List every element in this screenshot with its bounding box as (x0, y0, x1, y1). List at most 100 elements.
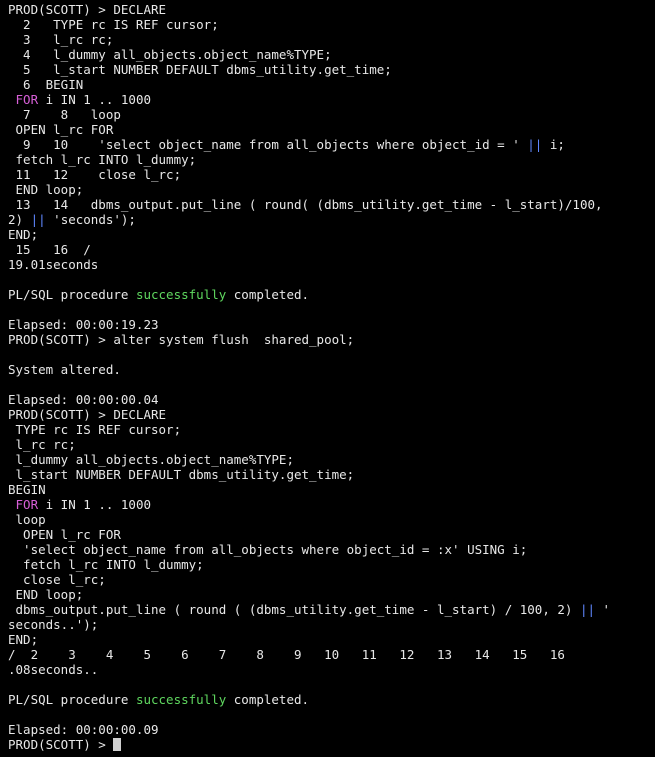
text-token: OPEN l_rc FOR (8, 122, 114, 137)
output-line: PROD(SCOTT) > alter system flush shared_… (8, 332, 655, 347)
output-line: 7 8 loop (8, 107, 655, 122)
output-line: seconds..'); (8, 617, 655, 632)
output-line: FOR i IN 1 .. 1000 (8, 92, 655, 107)
output-line: PROD(SCOTT) > DECLARE (8, 407, 655, 422)
text-token: 5 l_start NUMBER DEFAULT dbms_utility.ge… (8, 62, 392, 77)
text-token: 13 14 dbms_output.put_line ( round( (dbm… (8, 197, 603, 212)
operator-token: || (30, 212, 46, 227)
text-token: 6 BEGIN (8, 77, 84, 92)
text-token: Elapsed: 00:00:00.04 (8, 392, 159, 407)
output-line: l_start NUMBER DEFAULT dbms_utility.get_… (8, 467, 655, 482)
text-token: i IN 1 .. 1000 (38, 92, 151, 107)
text-token: close l_rc; (8, 572, 106, 587)
output-line: BEGIN (8, 482, 655, 497)
keyword-token: FOR (15, 497, 39, 512)
text-token: PL/SQL procedure (8, 692, 136, 707)
text-token: PL/SQL procedure (8, 287, 136, 302)
operator-token: || (527, 137, 543, 152)
output-line: 11 12 close l_rc; (8, 167, 655, 182)
output-line: OPEN l_rc FOR (8, 122, 655, 137)
block-cursor-icon[interactable] (113, 738, 122, 751)
text-token: PROD(SCOTT) > alter system flush shared_… (8, 332, 355, 347)
output-line: fetch l_rc INTO l_dummy; (8, 152, 655, 167)
output-line: PL/SQL procedure successfully completed. (8, 692, 655, 707)
text-token: BEGIN (8, 482, 46, 497)
text-token: Elapsed: 00:00:19.23 (8, 317, 159, 332)
text-token: completed. (226, 692, 310, 707)
text-token: Elapsed: 00:00:00.09 (8, 722, 159, 737)
text-token: fetch l_rc INTO l_dummy; (8, 557, 204, 572)
output-line: END; (8, 227, 655, 242)
text-token: .08seconds.. (8, 662, 99, 677)
keyword-token: FOR (15, 92, 39, 107)
text-token: PROD(SCOTT) > DECLARE (8, 2, 167, 17)
text-token: 7 8 loop (8, 107, 121, 122)
output-line: END loop; (8, 182, 655, 197)
output-line: Elapsed: 00:00:00.09 (8, 722, 655, 737)
text-token: ' (595, 602, 611, 617)
output-line: 2) || 'seconds'); (8, 212, 655, 227)
text-token: 3 l_rc rc; (8, 32, 114, 47)
output-line: 2 TYPE rc IS REF cursor; (8, 17, 655, 32)
text-token: OPEN l_rc FOR (8, 527, 121, 542)
success-token: successfully (135, 692, 227, 707)
text-token: END; (8, 632, 39, 647)
output-line: OPEN l_rc FOR (8, 527, 655, 542)
output-line: FOR i IN 1 .. 1000 (8, 497, 655, 512)
output-line: 6 BEGIN (8, 77, 655, 92)
text-token: i IN 1 .. 1000 (38, 497, 151, 512)
text-token: l_dummy all_objects.object_name%TYPE; (8, 452, 294, 467)
text-token: END loop; (8, 182, 84, 197)
output-line: 9 10 'select object_name from all_object… (8, 137, 655, 152)
output-line: PROD(SCOTT) > DECLARE (8, 2, 655, 17)
text-token: 4 l_dummy all_objects.object_name%TYPE; (8, 47, 332, 62)
text-token: 19.01seconds (8, 257, 99, 272)
text-token: END loop; (8, 587, 84, 602)
text-token: fetch l_rc INTO l_dummy; (8, 152, 197, 167)
operator-token: || (579, 602, 596, 617)
text-token: END; (8, 227, 39, 242)
output-line: END loop; (8, 587, 655, 602)
text-token: 11 12 close l_rc; (8, 167, 182, 182)
output-line: 19.01seconds (8, 257, 655, 272)
output-line: 'select object_name from all_objects whe… (8, 542, 655, 557)
text-token: seconds..'); (8, 617, 99, 632)
output-line: l_dummy all_objects.object_name%TYPE; (8, 452, 655, 467)
text-token: 15 16 / (8, 242, 91, 257)
text-token: PROD(SCOTT) > DECLARE (8, 407, 167, 422)
output-line: 13 14 dbms_output.put_line ( round( (dbm… (8, 197, 655, 212)
output-line: 5 l_start NUMBER DEFAULT dbms_utility.ge… (8, 62, 655, 77)
text-token: 2) (8, 212, 31, 227)
text-token: i; (542, 137, 565, 152)
output-line: fetch l_rc INTO l_dummy; (8, 557, 655, 572)
success-token: successfully (135, 287, 227, 302)
text-token: dbms_output.put_line ( round ( (dbms_uti… (8, 602, 580, 617)
text-token: l_rc rc; (8, 437, 76, 452)
output-line: END; (8, 632, 655, 647)
output-line: .08seconds.. (8, 662, 655, 677)
output-line: 15 16 / (8, 242, 655, 257)
text-token: 2 TYPE rc IS REF cursor; (8, 17, 219, 32)
terminal-output: PROD(SCOTT) > DECLARE 2 TYPE rc IS REF c… (8, 2, 655, 737)
output-line: System altered. (8, 362, 655, 377)
prompt-line[interactable]: PROD(SCOTT) > (8, 737, 655, 752)
output-line: PL/SQL procedure successfully completed. (8, 287, 655, 302)
text-token: / 2 3 4 5 6 7 8 9 10 11 12 13 14 15 16 (8, 647, 565, 662)
prompt-text: PROD(SCOTT) > (8, 737, 114, 752)
output-line: loop (8, 512, 655, 527)
text-token: TYPE rc IS REF cursor; (8, 422, 182, 437)
text-token: l_start NUMBER DEFAULT dbms_utility.get_… (8, 467, 355, 482)
output-line: Elapsed: 00:00:19.23 (8, 317, 655, 332)
terminal-window[interactable]: PROD(SCOTT) > DECLARE 2 TYPE rc IS REF c… (0, 0, 655, 757)
output-line: dbms_output.put_line ( round ( (dbms_uti… (8, 602, 655, 617)
output-line: / 2 3 4 5 6 7 8 9 10 11 12 13 14 15 16 (8, 647, 655, 662)
text-token: System altered. (8, 362, 121, 377)
